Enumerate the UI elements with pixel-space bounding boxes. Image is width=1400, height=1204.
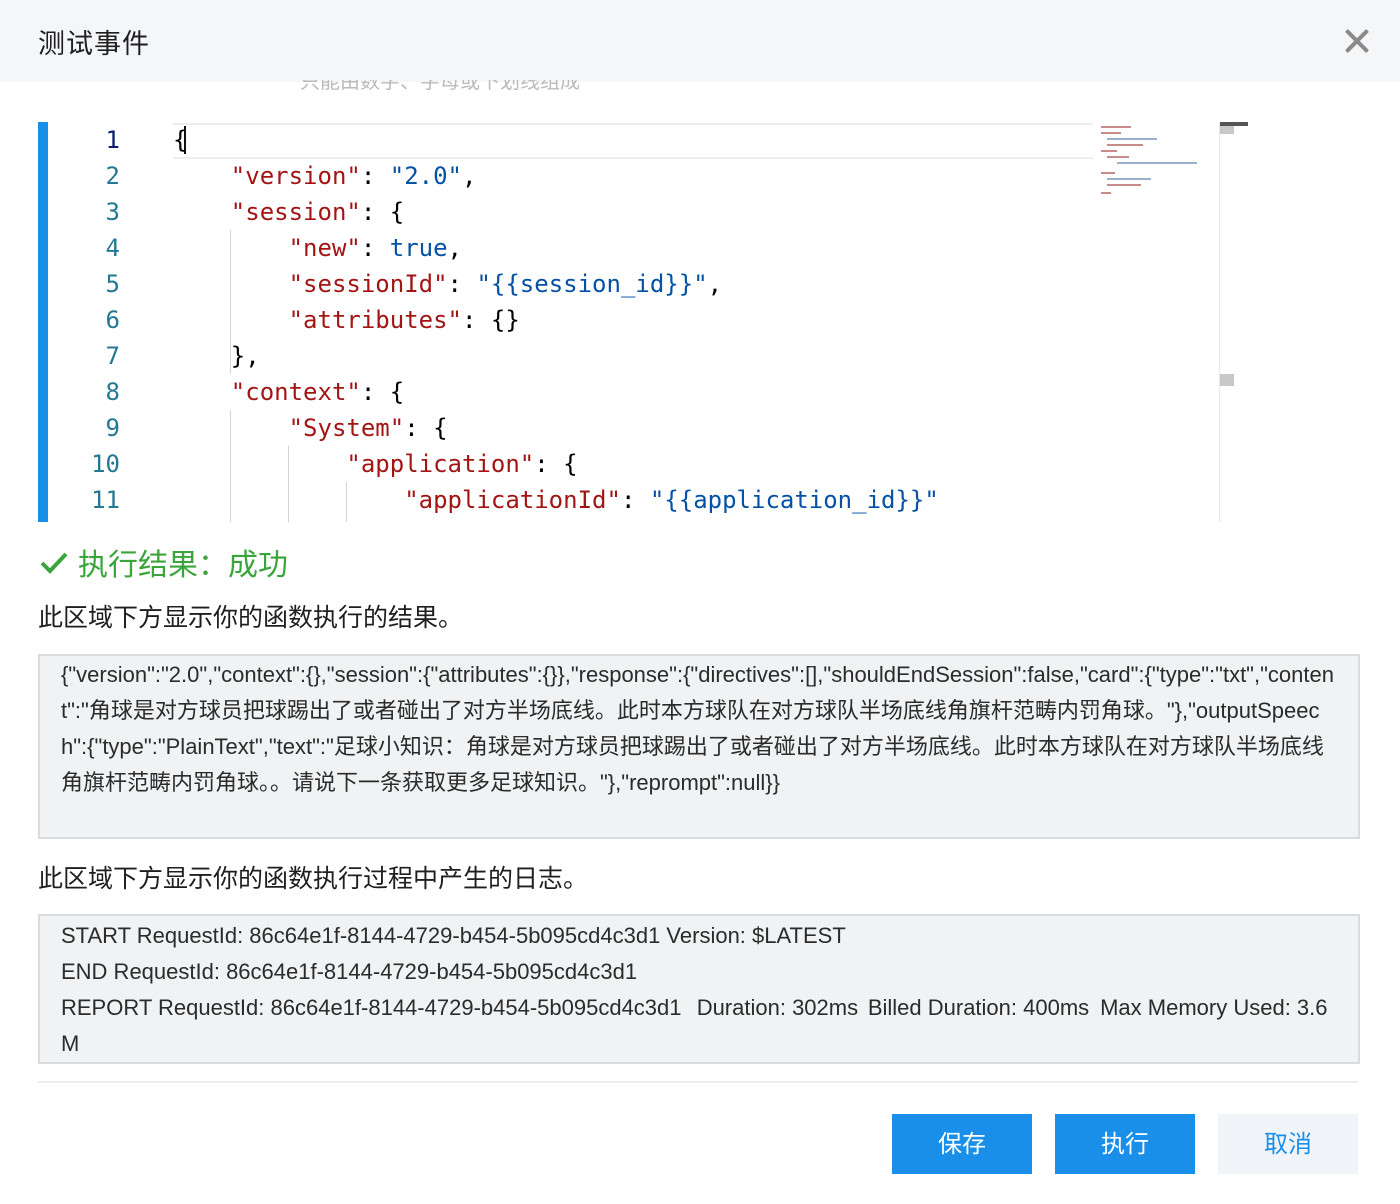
line-number: 11 [91, 486, 120, 514]
line-number: 5 [105, 270, 120, 298]
log-text: START RequestId: 86c64e1f-8144-4729-b454… [61, 923, 1328, 1056]
editor-scrollbar[interactable] [1219, 122, 1250, 522]
execution-result-text: 执行结果：成功 [78, 548, 288, 583]
dialog-title: 测试事件 [38, 29, 150, 60]
code-line[interactable]: }, [173, 338, 260, 374]
code-line[interactable]: "application": { [173, 446, 577, 482]
code-editor[interactable]: 1 2 3 4 5 6 7 8 9 10 11 { "version": "2.0", "sessi… [38, 122, 1250, 522]
line-number: 10 [91, 450, 120, 478]
code-line[interactable]: "sessionId": "{{session_id}}", [173, 266, 723, 302]
line-number: 1 [105, 126, 120, 154]
line-number: 9 [105, 414, 120, 442]
code-line[interactable]: "applicationId": "{{application_id}}" [173, 482, 939, 518]
test-event-dialog: 测试事件 只能由数字、字母或下划线组成 1 2 3 4 5 6 7 8 9 10 11 { "ver… [0, 0, 1400, 1204]
close-icon[interactable] [1342, 26, 1372, 56]
line-number: 4 [105, 234, 120, 262]
line-number: 2 [105, 162, 120, 190]
line-number: 6 [105, 306, 120, 334]
scrollbar-marker [1220, 374, 1234, 386]
footer-divider [38, 1081, 1358, 1083]
code-line[interactable]: "session": { [173, 194, 404, 230]
code-line[interactable]: "version": "2.0", [173, 158, 477, 194]
event-name-hint: 只能由数字、字母或下划线组成 [300, 80, 580, 90]
code-area[interactable]: { "version": "2.0", "session": { "new": … [173, 122, 1093, 522]
output-result-box: {"version":"2.0","context":{},"session":… [38, 654, 1360, 839]
line-number: 3 [105, 198, 120, 226]
code-line[interactable]: "context": { [173, 374, 404, 410]
editor-focus-bar [38, 122, 48, 522]
dialog-header: 测试事件 [0, 0, 1400, 82]
code-line[interactable]: "System": { [173, 410, 448, 446]
log-description: 此区域下方显示你的函数执行过程中产生的日志。 [38, 864, 589, 893]
execution-result-status: 执行结果：成功 [38, 540, 288, 584]
log-output-box: START RequestId: 86c64e1f-8144-4729-b454… [38, 914, 1360, 1064]
code-line[interactable]: { [173, 122, 187, 158]
line-number: 7 [105, 342, 120, 370]
output-description: 此区域下方显示你的函数执行的结果。 [38, 603, 464, 632]
cancel-button[interactable]: 取消 [1218, 1114, 1358, 1174]
editor-minimap[interactable] [1093, 122, 1203, 212]
run-button[interactable]: 执行 [1055, 1114, 1195, 1174]
code-line[interactable]: "new": true, [173, 230, 462, 266]
current-line-highlight [173, 123, 1093, 159]
code-line[interactable]: "attributes": {} [173, 302, 520, 338]
line-number: 8 [105, 378, 120, 406]
line-number-gutter: 1 2 3 4 5 6 7 8 9 10 11 [48, 122, 168, 522]
scrollbar-indicator [1220, 126, 1234, 134]
save-button[interactable]: 保存 [892, 1114, 1032, 1174]
check-icon [40, 552, 68, 574]
